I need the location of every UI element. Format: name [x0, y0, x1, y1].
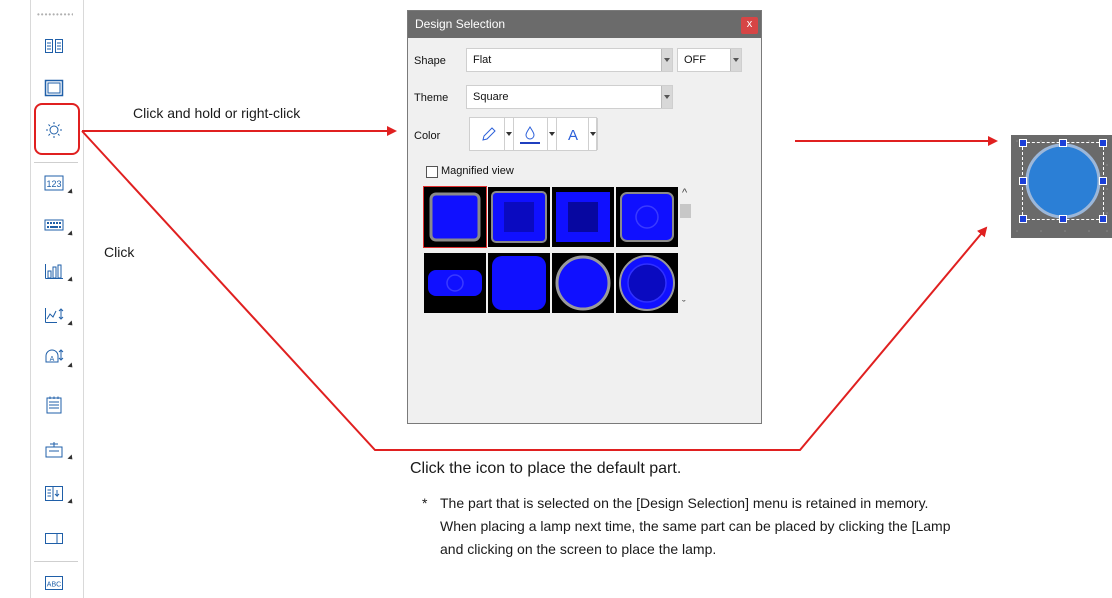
resize-handle[interactable]	[1099, 215, 1107, 223]
entry-target-icon[interactable]	[39, 525, 69, 551]
note-marker: *	[422, 495, 428, 511]
svg-text:A: A	[50, 356, 55, 363]
chevron-down-icon[interactable]	[730, 49, 741, 71]
theme-value: Square	[473, 91, 509, 103]
sample-display-icon[interactable]	[39, 480, 69, 506]
resize-handle[interactable]	[1019, 177, 1027, 185]
shape-value: Flat	[473, 54, 492, 66]
table-data-icon[interactable]	[39, 392, 69, 418]
lamp-icon[interactable]	[39, 117, 69, 143]
click-annotation: Click	[104, 244, 135, 260]
fill-color-dropdown[interactable]	[547, 118, 557, 150]
alarm-icon[interactable]: A	[39, 343, 69, 369]
dialog-title: Design Selection	[415, 17, 506, 31]
note-line-2: When placing a lamp next time, the same …	[440, 518, 951, 534]
numeric-display-icon[interactable]: 123	[39, 170, 69, 196]
chevron-down-icon[interactable]	[661, 49, 672, 71]
toolbar-separator	[34, 162, 78, 163]
toolbar-grip[interactable]: ••••••••••	[37, 12, 73, 18]
magnified-view-label: Magnified view	[441, 165, 514, 177]
resize-handle[interactable]	[1099, 139, 1107, 147]
trend-graph-icon[interactable]	[39, 302, 69, 328]
dialog-title-bar[interactable]: Design Selection x	[408, 11, 761, 38]
part-tile[interactable]	[423, 186, 487, 248]
bar-graph-icon[interactable]	[39, 258, 69, 284]
window-icon[interactable]	[39, 75, 69, 101]
resize-handle[interactable]	[1059, 215, 1067, 223]
resize-handle[interactable]	[1019, 215, 1027, 223]
resize-handle[interactable]	[1059, 139, 1067, 147]
paint-drop-icon	[520, 126, 540, 144]
text-color-dropdown[interactable]	[588, 118, 598, 150]
part-tile[interactable]	[616, 187, 678, 247]
line-color-button[interactable]	[474, 118, 504, 150]
svg-text:A: A	[568, 127, 578, 143]
theme-label: Theme	[414, 92, 449, 104]
hold-annotation: Click and hold or right-click	[133, 105, 301, 121]
color-button-group: A	[469, 117, 598, 151]
svg-text:123: 123	[46, 179, 61, 189]
shape-option-select[interactable]: OFF	[677, 48, 742, 72]
theme-select[interactable]: Square	[466, 85, 673, 109]
part-tile[interactable]	[552, 253, 614, 313]
pencil-icon	[482, 127, 496, 141]
note-line-1: The part that is selected on the [Design…	[440, 495, 929, 511]
resize-handle[interactable]	[1099, 177, 1107, 185]
selection-box[interactable]	[1022, 142, 1104, 220]
message-display-icon[interactable]	[39, 436, 69, 462]
shape-label: Shape	[414, 55, 446, 67]
chevron-down-icon[interactable]	[661, 86, 672, 108]
toolbar-separator	[34, 561, 78, 562]
part-tile[interactable]	[552, 187, 614, 247]
fill-color-button[interactable]	[515, 118, 545, 150]
multi-display-icon[interactable]	[39, 33, 69, 59]
part-tile[interactable]	[424, 253, 486, 313]
scrollbar-thumb[interactable]	[680, 204, 691, 218]
scroll-up-arrow[interactable]: ^	[682, 187, 687, 199]
design-selection-dialog: Design Selection x Shape Flat OFF Theme …	[407, 10, 762, 424]
svg-text:ABC: ABC	[47, 582, 61, 589]
resize-handle[interactable]	[1019, 139, 1027, 147]
text-color-button[interactable]: A	[558, 118, 588, 150]
line-color-dropdown[interactable]	[504, 118, 514, 150]
part-tile[interactable]	[488, 253, 550, 313]
text-a-icon: A	[568, 127, 578, 143]
part-tile[interactable]	[616, 253, 678, 313]
abc-char-display-icon[interactable]: ABC	[39, 570, 69, 596]
note-line-3: and clicking on the screen to place the …	[440, 541, 717, 557]
scroll-down-arrow[interactable]: ˇ	[682, 299, 686, 311]
shape-select[interactable]: Flat	[466, 48, 673, 72]
color-label: Color	[414, 130, 441, 142]
close-button[interactable]: x	[741, 17, 758, 34]
magnified-view-checkbox[interactable]	[426, 166, 438, 178]
keypad-icon[interactable]	[39, 212, 69, 238]
place-default-text: Click the icon to place the default part…	[410, 460, 682, 477]
shape-option-value: OFF	[684, 54, 706, 66]
part-tile[interactable]	[488, 187, 550, 247]
